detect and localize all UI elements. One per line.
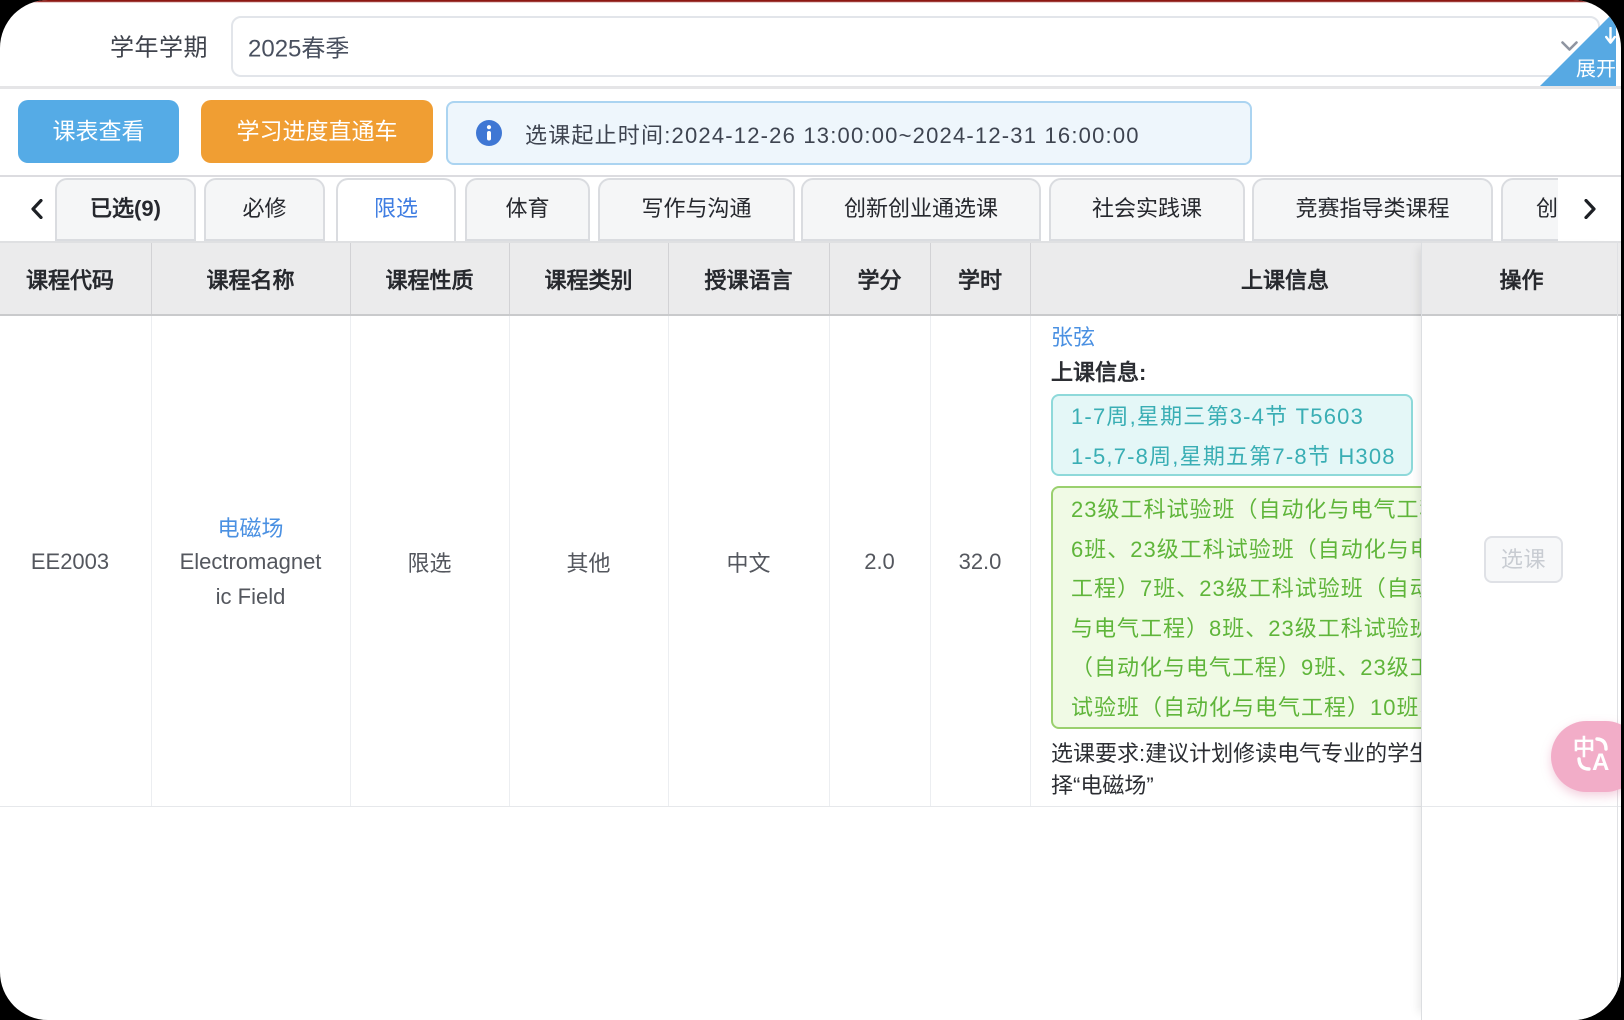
svg-text:A: A	[1592, 749, 1609, 775]
